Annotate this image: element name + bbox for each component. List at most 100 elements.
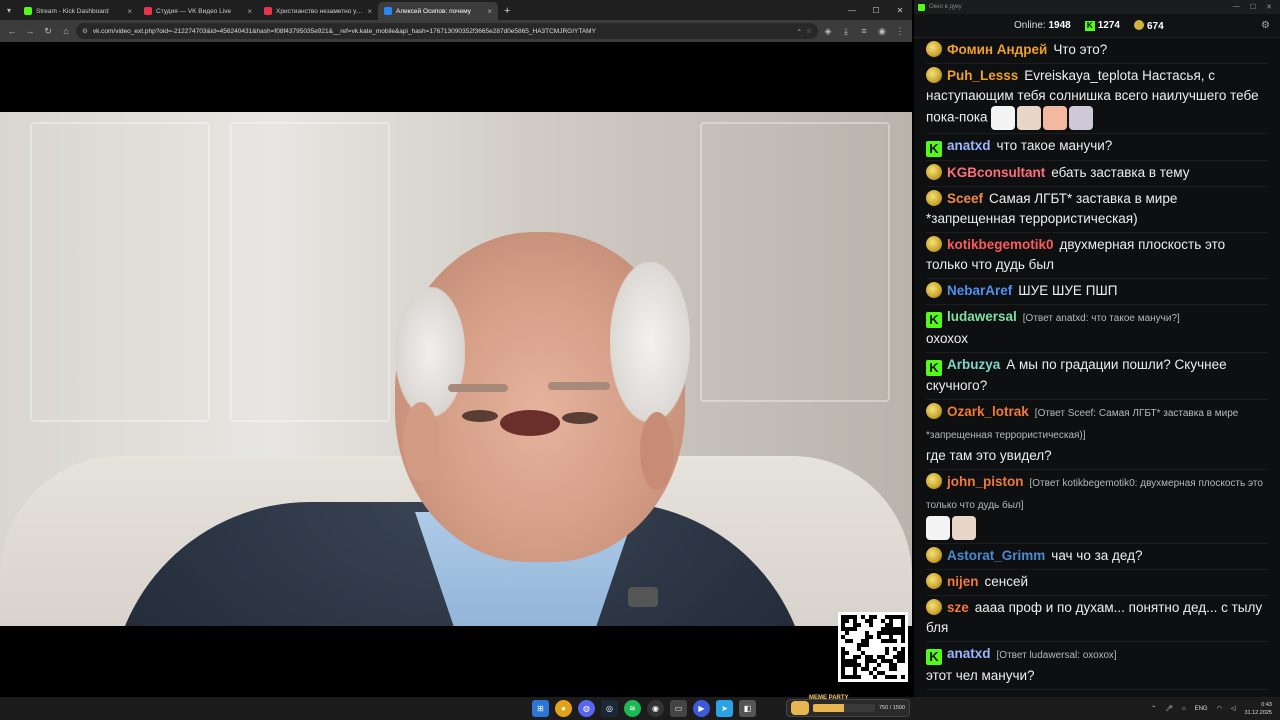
ear <box>640 412 674 490</box>
chat-message-list[interactable]: Фомин Андрей Что это? Puh_Lesss Evreiskaya_… <box>914 38 1280 690</box>
wall-panel <box>30 122 210 422</box>
chat-window: Окно в дуку — ☐ ✕ Online: 1948 K 1274 674… <box>914 0 1280 697</box>
coin-badge-icon <box>926 41 942 57</box>
volume-icon[interactable]: ◁ <box>1231 705 1236 712</box>
profile-icon[interactable]: ◉ <box>874 23 890 39</box>
address-bar[interactable]: ⚙ vk.com/video_ext.php?oid=-212274703&id… <box>76 23 818 39</box>
discord-icon[interactable]: ◍ <box>578 700 595 717</box>
coin-badge-icon <box>926 573 942 589</box>
close-window-icon[interactable]: ✕ <box>888 0 912 20</box>
microphone-icon[interactable]: 🎤︎ <box>1165 705 1173 712</box>
chat-username[interactable]: Puh_Lesss <box>947 68 1018 83</box>
minimize-icon[interactable]: — <box>1233 3 1240 11</box>
chat-text: ШУЕ ШУЕ ПШП <box>1018 283 1118 298</box>
chat-message: Ozark_lotrak [Ответ Sceef: Самая ЛГБТ* за… <box>926 400 1268 470</box>
video-player[interactable] <box>0 112 912 626</box>
chat-username[interactable]: Ozark_lotrak <box>947 404 1029 419</box>
coin-badge-icon <box>926 67 942 83</box>
clock[interactable]: 0:43 31.12.2025 <box>1244 701 1272 717</box>
browser-tab[interactable]: Христианство незаметно уход × <box>258 2 378 20</box>
chat-username[interactable]: sze <box>947 600 969 615</box>
kick-icon: K <box>1084 21 1095 31</box>
wall-panel <box>700 122 890 402</box>
chat-message: Kanatxd [Ответ ludawersal: охохох] этот че… <box>926 642 1268 690</box>
network-icon[interactable]: ⌂ <box>1182 706 1186 712</box>
browser-tab[interactable]: Студия — VK Видео Live × <box>138 2 258 20</box>
kick-badge-icon: K <box>926 649 942 665</box>
chat-username[interactable]: Astorat_Grimm <box>947 548 1045 563</box>
chat-username[interactable]: anatxd <box>947 646 991 661</box>
browser-tab[interactable]: Алексей Осипов: почему × <box>378 2 498 20</box>
home-icon[interactable]: ⌂ <box>58 23 74 39</box>
window-controls: — ☐ ✕ <box>840 0 912 20</box>
chat-username[interactable]: NebarAref <box>947 283 1012 298</box>
chat-text: что такое манучи? <box>996 138 1113 153</box>
tab-close-icon[interactable]: × <box>367 7 372 16</box>
settings-gear-icon[interactable]: ⚙ <box>1261 20 1270 31</box>
emote-icon <box>991 106 1016 130</box>
chat-text: аааа проф и по духам... понятно дед... с… <box>926 600 1263 635</box>
qr-code <box>838 612 908 682</box>
site-info-icon[interactable]: ⚙ <box>82 27 88 35</box>
chat-username[interactable]: Sceef <box>947 191 983 206</box>
meme-party-widget[interactable]: MEME PARTY 750 / 1500 <box>786 695 910 717</box>
obs-icon[interactable]: ◉ <box>647 700 664 717</box>
spotify-icon[interactable]: ≋ <box>624 700 641 717</box>
chat-message: john_piston [Ответ kotikbegemotik0: двухм… <box>926 470 1268 544</box>
browser-tab[interactable]: Stream - Kick Dashboard × <box>18 2 138 20</box>
steam-icon[interactable]: ◎ <box>601 700 618 717</box>
wifi-icon[interactable]: ◠ <box>1217 705 1222 712</box>
forward-icon[interactable]: → <box>22 23 38 39</box>
wall-panel <box>230 122 390 422</box>
windows-taskbar: ⊞ ● ◍ ◎ ≋ ◉ ▭ ▶ ➤ ◧ MEME PARTY 750 / 150… <box>0 695 1280 720</box>
chat-window-title: Окно в дуку <box>929 4 962 10</box>
close-window-icon[interactable]: ✕ <box>1266 3 1272 11</box>
bookmark-star-icon[interactable]: ☆ <box>806 27 812 35</box>
lapel-microphone <box>628 587 658 607</box>
reload-icon[interactable]: ↻ <box>40 23 56 39</box>
app-icon[interactable]: ▭ <box>670 700 687 717</box>
telegram-icon[interactable]: ➤ <box>716 700 733 717</box>
chat-username[interactable]: Фомин Андрей <box>947 42 1047 57</box>
tray-overflow-icon[interactable]: ⌃ <box>1151 705 1156 712</box>
tab-close-icon[interactable]: × <box>247 7 252 16</box>
chat-username[interactable]: kotikbegemotik0 <box>947 237 1054 252</box>
back-icon[interactable]: ← <box>4 23 20 39</box>
widget-title: MEME PARTY <box>809 695 849 701</box>
emote-group <box>926 516 976 540</box>
minimize-icon[interactable]: — <box>840 0 864 20</box>
language-indicator[interactable]: ENG <box>1195 706 1208 712</box>
chat-username[interactable]: john_piston <box>947 474 1024 489</box>
media-player-icon[interactable]: ▶ <box>693 700 710 717</box>
browser-menu-icon[interactable]: ⋮ <box>892 23 908 39</box>
maximize-icon[interactable]: ☐ <box>1250 3 1256 11</box>
chat-message: NebarAref ШУЕ ШУЕ ПШП <box>926 279 1268 305</box>
chrome-icon[interactable]: ● <box>555 700 572 717</box>
chat-message: Kanatxd что такое манучи? <box>926 134 1268 161</box>
online-count: 1948 <box>1048 20 1071 31</box>
tab-title: Христианство незаметно уход <box>276 7 364 15</box>
kick-badge-icon: K <box>926 360 942 376</box>
chat-username[interactable]: Arbuzya <box>947 357 1000 372</box>
chat-username[interactable]: KGBconsultant <box>947 165 1045 180</box>
tab-groups-icon[interactable]: ≡ <box>856 23 872 39</box>
chat-username[interactable]: anatxd <box>947 138 991 153</box>
new-tab-button[interactable]: + <box>498 2 516 20</box>
tab-close-icon[interactable]: × <box>487 7 492 16</box>
mouth <box>500 410 560 436</box>
tab-search-icon[interactable]: ▾ <box>0 0 18 20</box>
emote-icon <box>926 516 950 540</box>
maximize-icon[interactable]: ☐ <box>864 0 888 20</box>
chat-username[interactable]: ludawersal <box>947 309 1017 324</box>
download-icon[interactable]: ⤓ <box>838 23 854 39</box>
chat-username[interactable]: nijen <box>947 574 979 589</box>
tab-strip: ▾ Stream - Kick Dashboard × Студия — VK Ви… <box>0 0 912 20</box>
tab-favicon-icon <box>384 7 392 15</box>
chat-message: Kludawersal [Ответ anatxd: что такое ману… <box>926 305 1268 353</box>
chat-message: KGBconsultant ебать заставка в тему <box>926 161 1268 187</box>
extension-icon[interactable]: ◈ <box>820 23 836 39</box>
app-icon[interactable]: ◧ <box>739 700 756 717</box>
start-icon[interactable]: ⊞ <box>532 700 549 717</box>
zoom-icon[interactable]: ⌕ <box>798 27 802 35</box>
tab-close-icon[interactable]: × <box>127 7 132 16</box>
